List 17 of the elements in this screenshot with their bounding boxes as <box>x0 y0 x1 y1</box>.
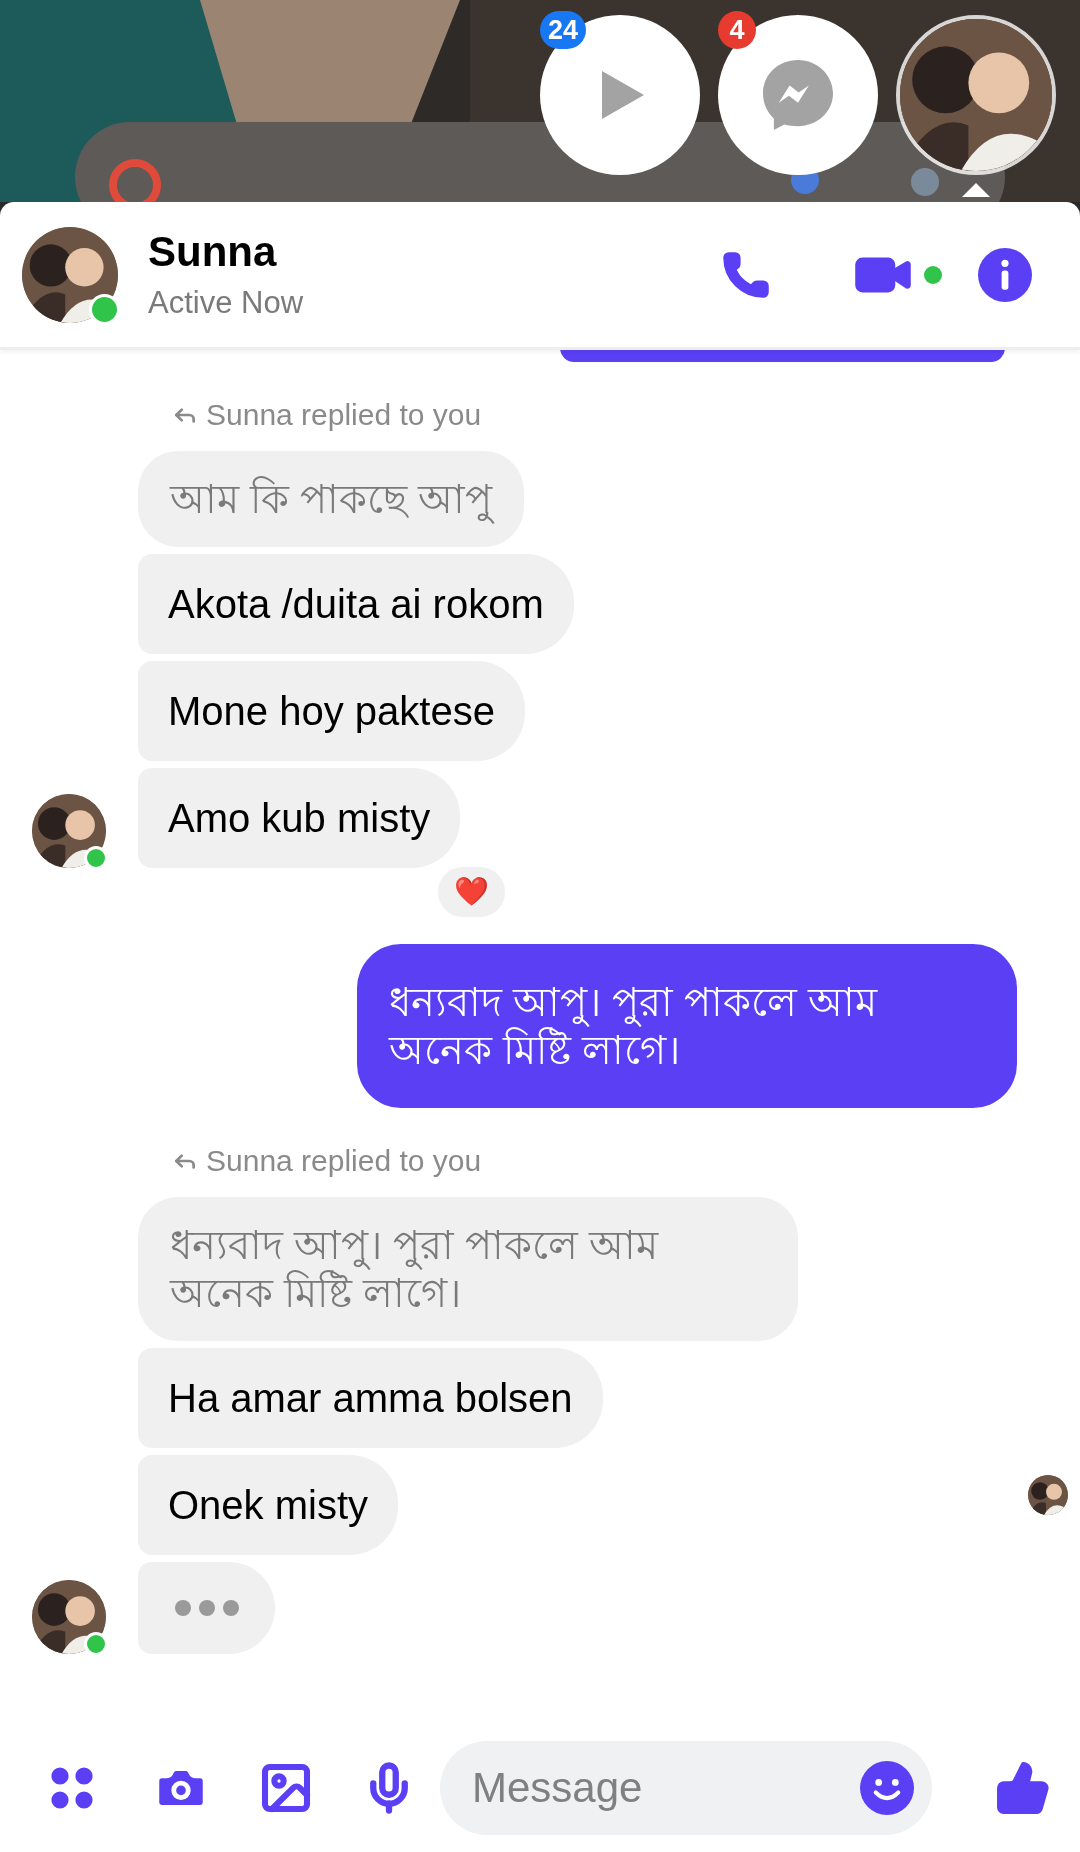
contact-status: Active Now <box>148 283 304 322</box>
reply-note: Sunna replied to you <box>206 1143 482 1179</box>
message-bubble: Akota /duita ai rokom <box>138 554 574 654</box>
message-field[interactable]: Message <box>440 1741 932 1835</box>
quoted-message: আম কি পাকছে আপু <box>138 451 525 547</box>
message-bubble: Ha amar amma bolsen <box>138 1348 603 1448</box>
like-icon[interactable] <box>994 1759 1052 1817</box>
message-bubble: Mone hoy paktese <box>138 661 525 761</box>
reaction: ❤ <box>435 864 508 920</box>
emoji-icon[interactable] <box>860 1761 914 1815</box>
sent-bubble: ধন্যবাদ আপু। পুরা পাকলে আম অনেক মিষ্টি লাগে। <box>357 944 1017 1108</box>
info-icon[interactable] <box>978 247 1032 302</box>
reply-note: Sunna replied to you <box>206 397 482 433</box>
message-bubble: Onek misty <box>138 1455 399 1555</box>
contact-name: Sunna <box>148 226 278 277</box>
message-bubble: Amo kub misty <box>138 768 461 868</box>
quoted-message: ধন্যবাদ আপু। পুরা পাকলে আম অনেক মিষ্টি লাগে। <box>138 1197 798 1341</box>
